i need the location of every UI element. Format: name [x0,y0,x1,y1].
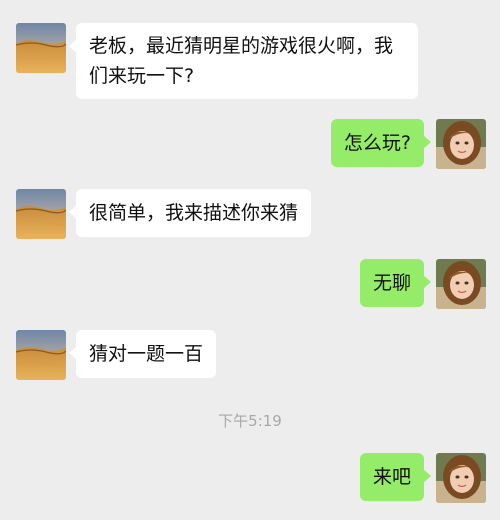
landscape-avatar-icon [16,330,66,380]
message-text: 怎么玩? [343,132,411,154]
message-bubble-incoming[interactable]: 很简单，我来描述你来猜 [68,189,312,237]
landscape-avatar-icon [16,23,66,73]
girl-avatar-icon [436,119,486,169]
message-text: 无聊 [372,272,411,294]
message-text: 来吧 [372,466,411,488]
chat-conversation: 老板，最近猜明星的游戏很火啊，我们来玩一下? 怎么玩? 很简单，我来描述你来猜 [0,0,500,520]
message-bubble-incoming[interactable]: 猜对一题一百 [68,330,217,378]
landscape-avatar-icon [16,189,66,239]
my-avatar[interactable] [436,119,486,169]
message-bubble-incoming[interactable]: 老板，最近猜明星的游戏很火啊，我们来玩一下? [69,23,418,99]
contact-avatar[interactable] [16,189,66,239]
message-text: 很简单，我来描述你来猜 [89,202,299,224]
contact-avatar[interactable] [16,330,66,380]
girl-avatar-icon [436,453,486,503]
my-avatar[interactable] [436,453,486,503]
contact-avatar[interactable] [16,23,66,73]
message-text: 猜对一题一百 [89,343,204,365]
message-text: 老板，最近猜明星的游戏很火啊，我们来玩一下? [89,35,394,87]
message-bubble-outgoing[interactable]: 无聊 [359,259,432,307]
my-avatar[interactable] [436,259,486,309]
girl-avatar-icon [436,259,486,309]
timestamp: 下午5:19 [218,412,282,430]
message-bubble-outgoing[interactable]: 怎么玩? [330,119,432,167]
message-bubble-outgoing[interactable]: 来吧 [359,453,432,501]
